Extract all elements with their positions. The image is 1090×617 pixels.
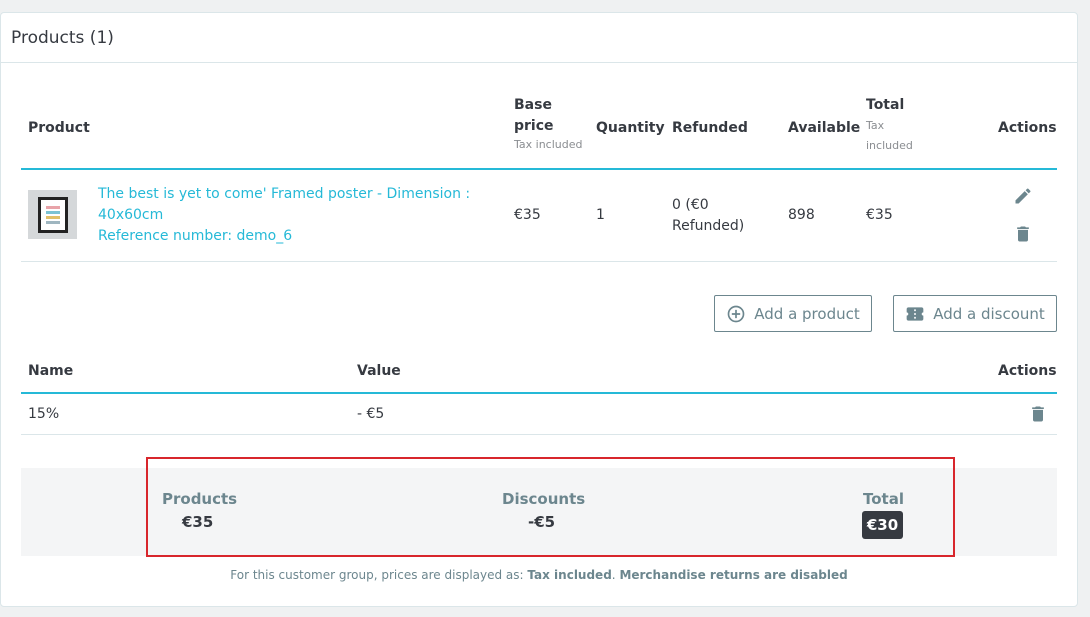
header-base-price-sub: Tax included [514,138,583,151]
discount-header-value: Value [357,363,401,379]
product-name-line2[interactable]: 40x60cm [98,205,498,226]
poster-frame-icon [37,196,68,233]
header-quantity: Quantity [596,120,665,136]
product-row-divider [21,261,1057,262]
price-note-prefix: For this customer group, prices are disp… [230,568,528,582]
discounts-header-divider [21,392,1057,394]
product-refunded: 0 (€0 Refunded) [672,195,744,237]
product-available: 898 [788,207,815,223]
add-discount-button[interactable]: Add a discount [893,295,1057,332]
trash-icon [1017,226,1029,242]
product-refunded-line1: 0 (€0 [672,197,709,213]
plus-circle-icon [727,305,745,322]
summary-total-label: Total [863,490,904,508]
product-refunded-line2: Refunded) [672,218,745,234]
product-name-line1[interactable]: The best is yet to come' Framed poster -… [98,184,498,205]
price-note-returns: Merchandise returns are disabled [619,568,848,582]
product-quantity: 1 [596,207,605,223]
product-thumbnail [28,190,77,239]
header-actions: Actions [998,120,1057,136]
discount-row-divider [21,434,1057,435]
pencil-icon [1015,188,1031,204]
summary-total-badge: €30 [862,511,903,539]
add-product-label: Add a product [754,304,860,323]
discount-value: - €5 [357,406,385,422]
header-available: Available [788,120,861,136]
product-base-price: €35 [514,207,541,223]
panel-title: Products (1) [1,13,1077,63]
summary-discounts-value: -€5 [528,513,556,531]
price-display-note: For this customer group, prices are disp… [0,568,1078,582]
header-refunded: Refunded [672,120,748,136]
summary-products-value: €35 [182,513,214,531]
discount-name: 15% [28,406,60,422]
header-base-price: Base price Tax included [514,95,584,153]
header-product: Product [28,120,90,136]
product-name-link[interactable]: The best is yet to come' Framed poster -… [98,184,498,247]
header-total: Total Tax included [866,95,926,156]
add-product-button[interactable]: Add a product [714,295,872,332]
delete-product-button[interactable] [1013,224,1033,244]
discount-header-name: Name [28,363,74,379]
product-total: €35 [866,207,893,223]
trash-icon [1032,406,1044,422]
delete-discount-button[interactable] [1028,404,1048,424]
ticket-icon [906,306,924,321]
header-base-price-label: Base price [514,97,554,134]
add-discount-label: Add a discount [933,304,1045,323]
summary-products-label: Products [162,490,238,508]
header-total-label: Total [866,97,905,113]
product-reference[interactable]: Reference number: demo_6 [98,226,498,247]
edit-product-button[interactable] [1013,186,1033,206]
price-note-tax-mode: Tax included [527,568,612,582]
header-total-sub: Tax included [866,119,913,152]
summary-discounts-label: Discounts [502,490,586,508]
products-header-divider [21,168,1057,170]
discount-header-actions: Actions [998,363,1057,379]
